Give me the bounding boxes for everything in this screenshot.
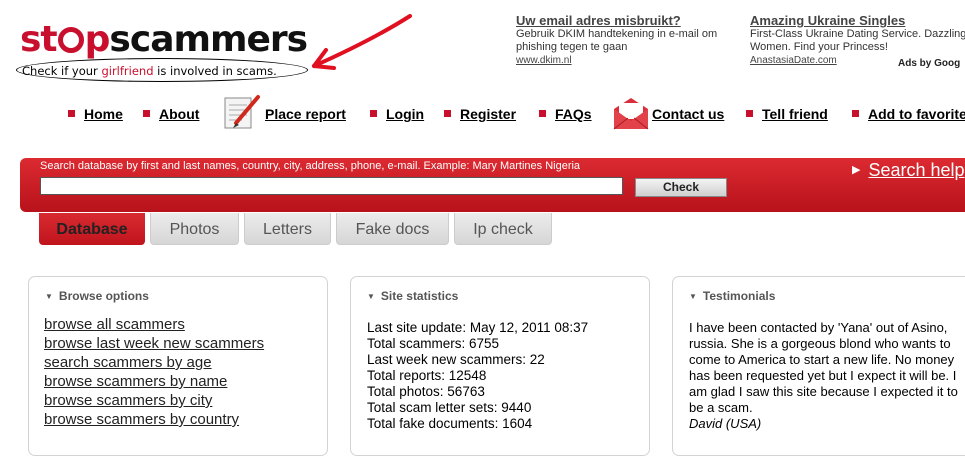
testimonial-author: David (USA) [689,416,762,431]
check-button[interactable]: Check [635,178,727,197]
stat-line: Last site update: May 12, 2011 08:37 [367,320,589,335]
ad-url[interactable]: AnastasiaDate.com [750,55,837,66]
nav-login[interactable]: Login [370,106,424,122]
ad-text: Gebruik DKIM handtekening in e-mail om p… [516,28,718,53]
envelope-icon[interactable] [612,97,650,131]
tab-letters[interactable]: Letters [244,213,331,245]
ad-url[interactable]: www.dkim.nl [516,55,572,66]
bullet-square-icon [143,110,150,117]
browse-link[interactable]: search scammers by age [44,353,264,372]
stat-line: Total fake documents: 1604 [367,416,533,431]
bullet-square-icon [444,110,451,117]
panel-title[interactable]: ▼ Browse options [45,289,149,303]
bullet-square-icon [68,110,75,117]
panel-title[interactable]: ▼ Site statistics [367,289,458,303]
search-help-link[interactable]: ▶ Search help [852,160,965,181]
tab-ip-check[interactable]: Ip check [454,213,552,245]
browse-link[interactable]: browse scammers by city [44,391,264,410]
collapse-triangle-icon: ▼ [689,292,697,301]
stat-line: Last week new scammers: 22 [367,352,545,367]
collapse-triangle-icon: ▼ [367,292,375,301]
ad-block-1[interactable]: Uw email adres misbruikt? Gebruik DKIM h… [516,14,741,67]
tab-database[interactable]: Database [39,213,145,245]
search-hint: Search database by first and last names,… [40,160,581,172]
stats-list: Last site update: May 12, 2011 08:37 Tot… [367,320,588,432]
site-statistics-panel: ▼ Site statistics Last site update: May 1… [350,276,650,456]
ad-text: First-Class Ukraine Dating Service. Dazz… [750,28,965,53]
nav-about[interactable]: About [143,106,199,122]
ad-title[interactable]: Amazing Ukraine Singles [750,14,965,27]
ads-by-google[interactable]: Ads by Goog [898,58,960,69]
browse-link[interactable]: browse all scammers [44,315,264,334]
tab-photos[interactable]: Photos [150,213,239,245]
stat-line: Total scammers: 6755 [367,336,500,351]
female-symbol-icon [57,27,84,53]
browse-link[interactable]: browse scammers by country [44,410,264,429]
stat-line: Total reports: 12548 [367,368,487,383]
site-logo[interactable]: st pscammers Check if your girlfriend is … [16,12,310,82]
bullet-square-icon [539,110,546,117]
testimonials-panel: ▼ Testimonials I have been contacted by '… [672,276,965,456]
nav-add-favorite[interactable]: Add to favorite [852,106,965,122]
ad-title[interactable]: Uw email adres misbruikt? [516,14,741,27]
testimonial: I have been contacted by 'Yana' out of A… [689,320,965,432]
nav-tell-friend[interactable]: Tell friend [746,106,828,122]
logo-tagline: Check if your girlfriend is involved in … [22,64,277,78]
bullet-square-icon [370,110,377,117]
browse-link[interactable]: browse scammers by name [44,372,264,391]
logo-wordmark: st pscammers [20,19,308,60]
main-nav: Home About Place report Login Register F… [0,95,965,131]
triangle-right-icon: ▶ [852,164,861,176]
bullet-square-icon [852,110,859,117]
collapse-triangle-icon: ▼ [45,292,53,301]
nav-faqs[interactable]: FAQs [539,106,592,122]
bullet-square-icon [746,110,753,117]
report-pencil-icon[interactable] [222,94,262,132]
nav-contact-us[interactable]: Contact us [652,106,724,122]
red-arrow-icon [312,14,412,70]
panel-title[interactable]: ▼ Testimonials [689,289,775,303]
stat-line: Total photos: 56763 [367,384,485,399]
search-input[interactable] [40,177,623,195]
testimonial-text: I have been contacted by 'Yana' out of A… [689,320,958,415]
nav-register[interactable]: Register [444,106,516,122]
browse-links: browse all scammers browse last week new… [44,315,264,429]
stat-line: Total scam letter sets: 9440 [367,400,532,415]
tab-fake-docs[interactable]: Fake docs [336,213,449,245]
browse-link[interactable]: browse last week new scammers [44,334,264,353]
nav-place-report[interactable]: Place report [265,106,346,122]
browse-options-panel: ▼ Browse options browse all scammers brow… [28,276,328,456]
nav-home[interactable]: Home [68,106,123,122]
